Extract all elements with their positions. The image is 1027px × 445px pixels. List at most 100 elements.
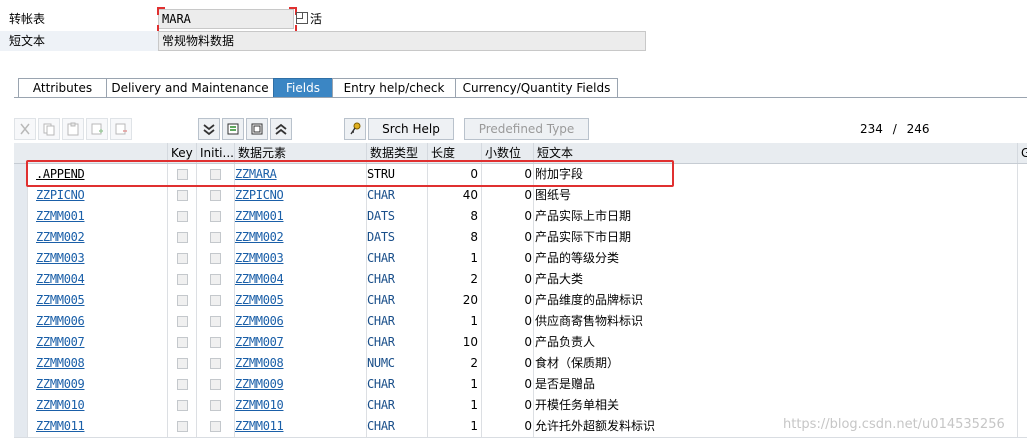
- data-element-cell[interactable]: ZZPICNO: [235, 185, 367, 206]
- table-row[interactable]: ZZMM010 ZZMM010 CHAR 1 0 开模任务单相关: [14, 395, 1027, 417]
- data-type-cell[interactable]: CHAR: [367, 332, 428, 353]
- data-type-cell[interactable]: CHAR: [367, 185, 428, 206]
- key-checkbox[interactable]: [177, 358, 188, 369]
- key-checkbox[interactable]: [177, 274, 188, 285]
- key-checkbox[interactable]: [177, 295, 188, 306]
- row-selector[interactable]: [14, 353, 28, 374]
- short-text-cell[interactable]: 是否是赠品: [534, 374, 1018, 395]
- field-name-cell[interactable]: ZZMM009: [28, 374, 168, 395]
- row-selector[interactable]: [14, 206, 28, 227]
- field-name-cell[interactable]: ZZMM005: [28, 290, 168, 311]
- key-checkbox[interactable]: [177, 253, 188, 264]
- length-cell[interactable]: 8: [428, 227, 482, 248]
- short-text-cell[interactable]: 产品实际上市日期: [534, 206, 1018, 227]
- srch-help-button[interactable]: Srch Help: [368, 118, 454, 140]
- field-name-cell[interactable]: ZZMM002: [28, 227, 168, 248]
- table-row[interactable]: ZZMM006 ZZMM006 CHAR 1 0 供应商寄售物料标识: [14, 311, 1027, 333]
- field-name-cell[interactable]: ZZMM011: [28, 416, 168, 437]
- row-selector[interactable]: [14, 374, 28, 395]
- decimals-cell[interactable]: 0: [482, 311, 534, 332]
- data-type-cell[interactable]: CHAR: [367, 374, 428, 395]
- delete-row-button[interactable]: [110, 118, 132, 140]
- field-name-cell[interactable]: ZZPICNO: [28, 185, 168, 206]
- data-type-cell[interactable]: CHAR: [367, 311, 428, 332]
- initial-checkbox[interactable]: [210, 421, 221, 432]
- length-cell[interactable]: 2: [428, 269, 482, 290]
- initial-checkbox[interactable]: [210, 337, 221, 348]
- short-text-cell[interactable]: 产品实际下市日期: [534, 227, 1018, 248]
- tab-currency-quantity-fields[interactable]: Currency/Quantity Fields: [455, 78, 618, 98]
- predefined-type-button[interactable]: Predefined Type: [464, 118, 589, 140]
- length-cell[interactable]: 2: [428, 353, 482, 374]
- key-checkbox[interactable]: [177, 421, 188, 432]
- initial-checkbox[interactable]: [210, 253, 221, 264]
- table-row[interactable]: ZZMM002 ZZMM002 DATS 8 0 产品实际下市日期: [14, 227, 1027, 249]
- decimals-cell[interactable]: 0: [482, 248, 534, 269]
- decimals-cell[interactable]: 0: [482, 332, 534, 353]
- short-text-field[interactable]: 常规物料数据: [158, 31, 646, 51]
- row-selector[interactable]: [14, 395, 28, 416]
- length-cell[interactable]: 1: [428, 395, 482, 416]
- decimals-cell[interactable]: 0: [482, 374, 534, 395]
- data-element-cell[interactable]: ZZMM008: [235, 353, 367, 374]
- field-name-cell[interactable]: ZZMM003: [28, 248, 168, 269]
- length-cell[interactable]: 1: [428, 311, 482, 332]
- insert-row-button[interactable]: [86, 118, 108, 140]
- data-element-cell[interactable]: ZZMM004: [235, 269, 367, 290]
- row-selector[interactable]: [14, 248, 28, 269]
- short-text-cell[interactable]: 产品负责人: [534, 332, 1018, 353]
- short-text-cell[interactable]: 供应商寄售物料标识: [534, 311, 1018, 332]
- short-text-cell[interactable]: 产品的等级分类: [534, 248, 1018, 269]
- data-type-cell[interactable]: CHAR: [367, 248, 428, 269]
- length-cell[interactable]: 1: [428, 416, 482, 437]
- collapse-all-button[interactable]: [270, 118, 292, 140]
- table-row[interactable]: ZZMM004 ZZMM004 CHAR 2 0 产品大类: [14, 269, 1027, 291]
- table-row[interactable]: ZZMM007 ZZMM007 CHAR 10 0 产品负责人: [14, 332, 1027, 354]
- table-name-field[interactable]: MARA: [158, 9, 294, 29]
- field-name-cell[interactable]: ZZMM001: [28, 206, 168, 227]
- initial-checkbox[interactable]: [210, 379, 221, 390]
- row-selector[interactable]: [14, 311, 28, 332]
- initial-checkbox[interactable]: [210, 358, 221, 369]
- expand-all-button[interactable]: [198, 118, 220, 140]
- key-checkbox[interactable]: [177, 232, 188, 243]
- data-type-cell[interactable]: CHAR: [367, 269, 428, 290]
- row-selector[interactable]: [14, 290, 28, 311]
- table-row[interactable]: ZZPICNO ZZPICNO CHAR 40 0 图纸号: [14, 185, 1027, 207]
- decimals-cell[interactable]: 0: [482, 353, 534, 374]
- length-cell[interactable]: 10: [428, 332, 482, 353]
- copy-button[interactable]: [38, 118, 60, 140]
- decimals-cell[interactable]: 0: [482, 416, 534, 437]
- key-checkbox[interactable]: [177, 211, 188, 222]
- field-name-cell[interactable]: ZZMM006: [28, 311, 168, 332]
- key-checkbox[interactable]: [177, 337, 188, 348]
- row-selector[interactable]: [14, 185, 28, 206]
- data-element-cell[interactable]: ZZMM009: [235, 374, 367, 395]
- key-checkbox[interactable]: [177, 400, 188, 411]
- length-cell[interactable]: 1: [428, 374, 482, 395]
- short-text-cell[interactable]: 产品大类: [534, 269, 1018, 290]
- data-type-cell[interactable]: NUMC: [367, 353, 428, 374]
- include-structure-button[interactable]: [222, 118, 244, 140]
- short-text-cell[interactable]: 产品维度的品牌标识: [534, 290, 1018, 311]
- field-name-cell[interactable]: ZZMM007: [28, 332, 168, 353]
- table-row[interactable]: ZZMM008 ZZMM008 NUMC 2 0 食材（保质期）: [14, 353, 1027, 375]
- structure-button[interactable]: [246, 118, 268, 140]
- data-element-cell[interactable]: ZZMM001: [235, 206, 367, 227]
- row-selector[interactable]: [14, 332, 28, 353]
- tab-entry-help-check[interactable]: Entry help/check: [332, 78, 456, 98]
- decimals-cell[interactable]: 0: [482, 269, 534, 290]
- length-cell[interactable]: 1: [428, 248, 482, 269]
- data-element-cell[interactable]: ZZMM003: [235, 248, 367, 269]
- data-type-cell[interactable]: CHAR: [367, 416, 428, 437]
- data-element-cell[interactable]: ZZMM006: [235, 311, 367, 332]
- length-cell[interactable]: 40: [428, 185, 482, 206]
- key-settings-button[interactable]: [344, 118, 366, 140]
- tab-fields[interactable]: Fields: [273, 78, 333, 98]
- table-row[interactable]: ZZMM009 ZZMM009 CHAR 1 0 是否是赠品: [14, 374, 1027, 396]
- initial-checkbox[interactable]: [210, 400, 221, 411]
- key-checkbox[interactable]: [177, 190, 188, 201]
- short-text-cell[interactable]: 开模任务单相关: [534, 395, 1018, 416]
- initial-checkbox[interactable]: [210, 274, 221, 285]
- initial-checkbox[interactable]: [210, 190, 221, 201]
